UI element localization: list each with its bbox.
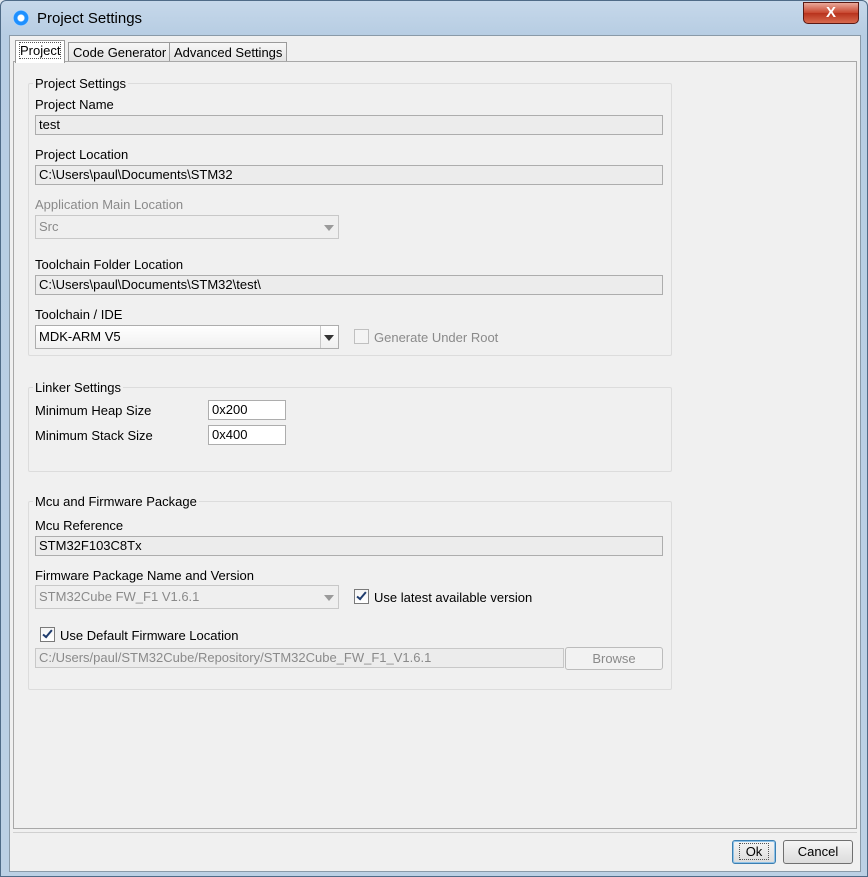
use-default-location-checkbox[interactable]: [40, 627, 55, 642]
stm32cube-app-icon: [13, 10, 29, 26]
min-stack-label: Minimum Stack Size: [35, 428, 153, 443]
chevron-down-icon: [324, 595, 334, 601]
project-location-field[interactable]: C:\Users\paul\Documents\STM32: [35, 165, 663, 185]
tab-project[interactable]: Project: [15, 40, 66, 63]
min-heap-field[interactable]: 0x200: [208, 400, 286, 420]
cancel-button[interactable]: Cancel: [783, 840, 853, 864]
browse-button: Browse: [565, 647, 663, 670]
project-settings-legend: Project Settings: [35, 76, 127, 91]
ok-button[interactable]: Ok: [732, 840, 776, 864]
app-main-location-select: Src: [35, 215, 339, 239]
toolchain-ide-label: Toolchain / IDE: [35, 307, 123, 322]
use-default-location-label: Use Default Firmware Location: [60, 628, 239, 643]
close-button[interactable]: X: [803, 2, 859, 24]
min-heap-label: Minimum Heap Size: [35, 403, 152, 418]
tab-code-generator[interactable]: Code Generator: [68, 42, 172, 62]
mcu-reference-field[interactable]: STM32F103C8Tx: [35, 536, 663, 556]
linker-settings-group: Linker Settings: [28, 380, 672, 472]
fw-package-label: Firmware Package Name and Version: [35, 568, 254, 583]
app-main-location-label: Application Main Location: [35, 197, 184, 212]
project-name-label: Project Name: [35, 97, 114, 112]
project-settings-window: Project Settings X Project Code Generato…: [0, 0, 868, 877]
mcu-firmware-legend: Mcu and Firmware Package: [35, 494, 197, 509]
toolchain-ide-select[interactable]: MDK-ARM V5: [35, 325, 339, 349]
fw-package-select: STM32Cube FW_F1 V1.6.1: [35, 585, 339, 609]
window-title: Project Settings: [37, 10, 143, 27]
dialog-client-area: Project Code Generator Advanced Settings…: [9, 35, 861, 872]
project-tab-panel: Project Settings Project Name test Proje…: [13, 61, 857, 829]
mcu-reference-label: Mcu Reference: [35, 518, 124, 533]
generate-under-root-label: Generate Under Root: [374, 330, 499, 345]
use-latest-checkbox[interactable]: [354, 589, 369, 604]
generate-under-root-checkbox: [354, 329, 369, 344]
footer-divider: [13, 832, 857, 833]
project-location-label: Project Location: [35, 147, 129, 162]
min-stack-field[interactable]: 0x400: [208, 425, 286, 445]
firmware-location-field: C:/Users/paul/STM32Cube/Repository/STM32…: [35, 648, 564, 668]
toolchain-folder-field[interactable]: C:\Users\paul\Documents\STM32\test\: [35, 275, 663, 295]
chevron-down-icon: [324, 225, 334, 231]
toolchain-folder-label: Toolchain Folder Location: [35, 257, 184, 272]
linker-settings-legend: Linker Settings: [35, 380, 121, 395]
checkmark-icon: [356, 589, 367, 601]
checkmark-icon: [42, 627, 53, 639]
use-latest-label: Use latest available version: [374, 590, 533, 605]
project-name-field[interactable]: test: [35, 115, 663, 135]
chevron-down-icon: [324, 335, 334, 341]
tab-advanced-settings[interactable]: Advanced Settings: [169, 42, 288, 62]
title-bar[interactable]: Project Settings X: [1, 1, 867, 35]
